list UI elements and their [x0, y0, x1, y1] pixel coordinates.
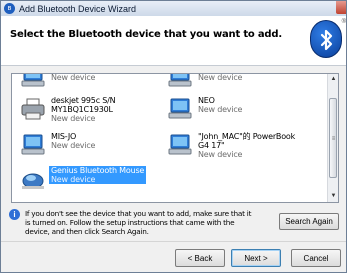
device-name: NEO	[198, 96, 215, 105]
mouse-icon	[20, 166, 46, 192]
close-button[interactable]	[336, 1, 346, 14]
device-status: New device	[51, 73, 96, 82]
page-title: Select the Bluetooth device that you wan…	[10, 29, 282, 40]
device-item[interactable]: "John_MAC"的 PowerBook G4 17" New device	[167, 132, 307, 164]
title-bar[interactable]: ʙ Add Bluetooth Device Wizard	[1, 1, 346, 16]
computer-icon	[20, 74, 46, 90]
device-label: "John_MAC"的 PowerBook G4 17" New device	[196, 132, 307, 159]
device-status: New device	[51, 141, 96, 150]
device-grid: 00:02:87:76:23:65New deviceNEONew device…	[12, 73, 328, 202]
device-label: deskjet 995c S/N MY1BQ1C1930L New device	[49, 96, 160, 123]
device-item[interactable]: MIS-JO New device	[20, 132, 160, 164]
device-name: "John_MAC"的 PowerBook G4 17"	[198, 132, 296, 150]
device-item[interactable]: Genius Bluetooth Mouse New device	[20, 166, 160, 198]
bluetooth-icon: ʙ	[4, 3, 15, 14]
device-label: NEONew device	[196, 96, 244, 114]
window-title: Add Bluetooth Device Wizard	[19, 3, 137, 14]
divider	[1, 241, 346, 242]
device-status: New device	[51, 114, 96, 123]
device-status: New device	[198, 73, 243, 82]
device-label: Genius Bluetooth Mouse New device	[49, 166, 147, 184]
device-item[interactable]: 00:02:87:76:23:65New device	[20, 73, 160, 96]
next-button[interactable]: Next >	[231, 249, 281, 267]
search-again-button[interactable]: Search Again	[279, 213, 339, 230]
device-name: MIS-JO	[51, 132, 77, 141]
registered-mark: ®	[341, 19, 346, 25]
computer-icon	[20, 132, 46, 158]
wizard-window: ʙ Add Bluetooth Device Wizard Select the…	[0, 0, 347, 273]
info-icon: i	[9, 209, 20, 220]
hint-text: If you don't see the device that you wan…	[25, 209, 252, 236]
printer-icon	[20, 96, 46, 122]
scroll-up-icon[interactable]: ▲	[328, 74, 338, 85]
device-label: MIS-JO New device	[49, 132, 97, 150]
device-list[interactable]: 00:02:87:76:23:65New deviceNEONew device…	[11, 73, 339, 203]
wizard-header: Select the Bluetooth device that you wan…	[1, 16, 346, 66]
device-item[interactable]: NEONew device	[167, 96, 307, 128]
device-status: New device	[198, 105, 243, 114]
computer-icon	[167, 74, 193, 90]
scroll-thumb[interactable]: ≡	[329, 98, 337, 178]
device-name: Genius Bluetooth Mouse	[51, 166, 145, 175]
scroll-down-icon[interactable]: ▼	[328, 191, 338, 202]
back-button[interactable]: < Back	[175, 249, 225, 267]
grip-icon: ≡	[331, 136, 336, 142]
device-item[interactable]: deskjet 995c S/N MY1BQ1C1930L New device	[20, 96, 160, 128]
device-status: New device	[51, 175, 96, 184]
scrollbar[interactable]: ▲ ≡ ▼	[327, 74, 338, 202]
bluetooth-logo-icon	[310, 20, 342, 58]
device-label: NEONew device	[196, 73, 244, 82]
computer-icon	[167, 132, 193, 158]
device-status: New device	[198, 150, 243, 159]
device-item[interactable]: NEONew device	[167, 73, 307, 96]
cancel-button[interactable]: Cancel	[291, 249, 341, 267]
device-label: 00:02:87:76:23:65New device	[49, 73, 124, 82]
computer-icon	[167, 96, 193, 122]
device-name: deskjet 995c S/N MY1BQ1C1930L	[51, 96, 116, 114]
